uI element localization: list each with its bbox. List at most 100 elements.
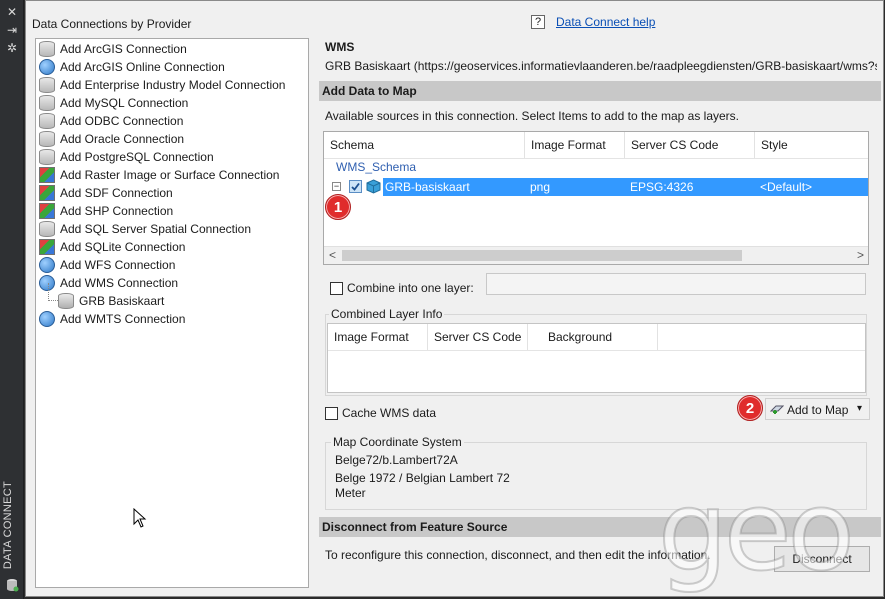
database-icon xyxy=(39,220,55,237)
combined-layer-name-input[interactable] xyxy=(486,273,866,295)
scroll-right-icon[interactable]: > xyxy=(857,248,864,262)
palette-title: DATA CONNECT xyxy=(2,480,14,570)
coordinate-system-code: Belge72/b.Lambert72A xyxy=(335,453,458,467)
database-icon xyxy=(39,94,55,111)
geo-watermark: geo xyxy=(657,467,856,595)
combine-label: Combine into one layer: xyxy=(347,281,474,295)
connection-description: GRB Basiskaart (https://geoservices.info… xyxy=(325,59,877,73)
provider-label: Add MySQL Connection xyxy=(60,96,189,110)
coordinate-system-units: Meter xyxy=(335,486,366,500)
raster-icon xyxy=(39,184,55,201)
provider-label: GRB Basiskaart xyxy=(79,294,165,308)
combined-column-server-cs-code[interactable]: Server CS Code xyxy=(428,324,528,350)
provider-item[interactable]: Add MySQL Connection xyxy=(39,94,188,112)
provider-item[interactable]: Add WMS Connection xyxy=(39,274,178,292)
globe-icon xyxy=(39,310,55,327)
add-to-map-label: Add to Map xyxy=(787,403,849,417)
sources-grid[interactable]: Schema Image Format Server CS Code Style… xyxy=(323,131,869,265)
combined-column-background[interactable]: Background xyxy=(528,324,658,350)
provider-label: Add Oracle Connection xyxy=(60,132,185,146)
layer-format: png xyxy=(530,180,551,194)
combined-layer-info-title: Combined Layer Info xyxy=(329,307,445,321)
scroll-left-icon[interactable]: < xyxy=(329,248,336,262)
provider-item[interactable]: Add Enterprise Industry Model Connection xyxy=(39,76,285,94)
cache-wms-label: Cache WMS data xyxy=(342,406,437,420)
add-data-instructions: Available sources in this connection. Se… xyxy=(325,109,739,123)
raster-icon xyxy=(39,202,55,219)
schema-node[interactable]: WMS_Schema xyxy=(336,160,416,174)
close-icon[interactable]: ✕ xyxy=(0,4,24,20)
combined-layer-grid[interactable]: Image Format Server CS Code Background xyxy=(327,323,866,393)
provider-item[interactable]: Add SQLite Connection xyxy=(39,238,185,256)
help-link[interactable]: Data Connect help xyxy=(556,15,655,29)
database-icon xyxy=(39,76,55,93)
provider-tree[interactable]: Add ArcGIS Connection Add ArcGIS Online C… xyxy=(35,38,309,588)
connection-type: WMS xyxy=(325,40,355,54)
database-icon xyxy=(39,130,55,147)
provider-item[interactable]: Add WFS Connection xyxy=(39,256,175,274)
provider-item[interactable]: Add SQL Server Spatial Connection xyxy=(39,220,251,238)
pin-icon[interactable]: ⇥ xyxy=(0,22,24,38)
coordinate-system-title: Map Coordinate System xyxy=(331,435,464,449)
combine-checkbox[interactable] xyxy=(330,282,343,295)
provider-item[interactable]: Add SDF Connection xyxy=(39,184,173,202)
cache-wms-checkbox[interactable] xyxy=(325,407,338,420)
layer-style: <Default> xyxy=(760,180,813,194)
mouse-cursor-icon xyxy=(133,507,147,531)
provider-label: Add SQL Server Spatial Connection xyxy=(60,222,251,236)
column-image-format[interactable]: Image Format xyxy=(525,132,625,158)
provider-label: Add Enterprise Industry Model Connection xyxy=(60,78,286,92)
collapse-icon[interactable]: − xyxy=(332,182,341,191)
column-schema[interactable]: Schema xyxy=(324,132,525,158)
layer-cube-icon xyxy=(366,179,381,194)
help-icon[interactable]: ? xyxy=(531,15,545,29)
callout-1: 1 xyxy=(325,194,351,220)
provider-label: Add WFS Connection xyxy=(60,258,176,272)
provider-item[interactable]: Add Raster Image or Surface Connection xyxy=(39,166,279,184)
palette-strip: ✕ ⇥ ✲ DATA CONNECT xyxy=(0,0,24,599)
provider-item[interactable]: Add PostgreSQL Connection xyxy=(39,148,214,166)
connection-grb-basiskaart[interactable]: GRB Basiskaart xyxy=(48,283,165,310)
callout-2: 2 xyxy=(737,395,763,421)
provider-item[interactable]: Add ODBC Connection xyxy=(39,112,183,130)
column-server-cs-code[interactable]: Server CS Code xyxy=(625,132,755,158)
layer-name: GRB-basiskaart xyxy=(385,180,470,194)
layer-checkbox[interactable] xyxy=(349,180,362,193)
provider-label: Add WMS Connection xyxy=(60,276,179,290)
provider-item[interactable]: Add WMTS Connection xyxy=(39,310,185,328)
combined-column-image-format[interactable]: Image Format xyxy=(328,324,428,350)
provider-label: Add Raster Image or Surface Connection xyxy=(60,168,280,182)
settings-icon[interactable]: ✲ xyxy=(0,40,24,56)
globe-icon xyxy=(39,256,55,273)
raster-icon xyxy=(39,238,55,255)
provider-label: Add SHP Connection xyxy=(60,204,174,218)
add-data-section-header: Add Data to Map xyxy=(319,81,881,101)
layer-cs-code: EPSG:4326 xyxy=(630,180,694,194)
provider-item[interactable]: Add ArcGIS Connection xyxy=(39,40,187,58)
database-icon xyxy=(0,578,24,594)
provider-item[interactable]: Add Oracle Connection xyxy=(39,130,184,148)
provider-label: Add ArcGIS Online Connection xyxy=(60,60,225,74)
disconnect-instructions: To reconfigure this connection, disconne… xyxy=(325,548,711,562)
providers-heading: Data Connections by Provider xyxy=(32,17,192,31)
provider-label: Add SQLite Connection xyxy=(60,240,186,254)
provider-item[interactable]: Add ArcGIS Online Connection xyxy=(39,58,225,76)
database-icon xyxy=(39,148,55,165)
add-to-map-button[interactable]: Add to Map ▾ xyxy=(765,398,870,420)
coordinate-system-name: Belge 1972 / Belgian Lambert 72 xyxy=(335,471,510,485)
raster-icon xyxy=(39,166,55,183)
database-icon xyxy=(39,112,55,129)
column-style[interactable]: Style xyxy=(755,132,868,158)
scroll-thumb[interactable] xyxy=(342,250,742,261)
data-connect-panel: Data Connections by Provider Add ArcGIS … xyxy=(25,0,884,597)
provider-item[interactable]: Add SHP Connection xyxy=(39,202,173,220)
tree-connector xyxy=(48,283,58,301)
chevron-down-icon[interactable]: ▾ xyxy=(857,403,862,414)
database-icon xyxy=(58,292,74,309)
provider-label: Add ArcGIS Connection xyxy=(60,42,187,56)
horizontal-scrollbar[interactable]: < > xyxy=(324,246,868,264)
provider-label: Add ODBC Connection xyxy=(60,114,184,128)
selected-layer-row[interactable]: GRB-basiskaart png EPSG:4326 <Default> xyxy=(383,178,868,196)
database-icon xyxy=(39,40,55,57)
provider-label: Add WMTS Connection xyxy=(60,312,186,326)
